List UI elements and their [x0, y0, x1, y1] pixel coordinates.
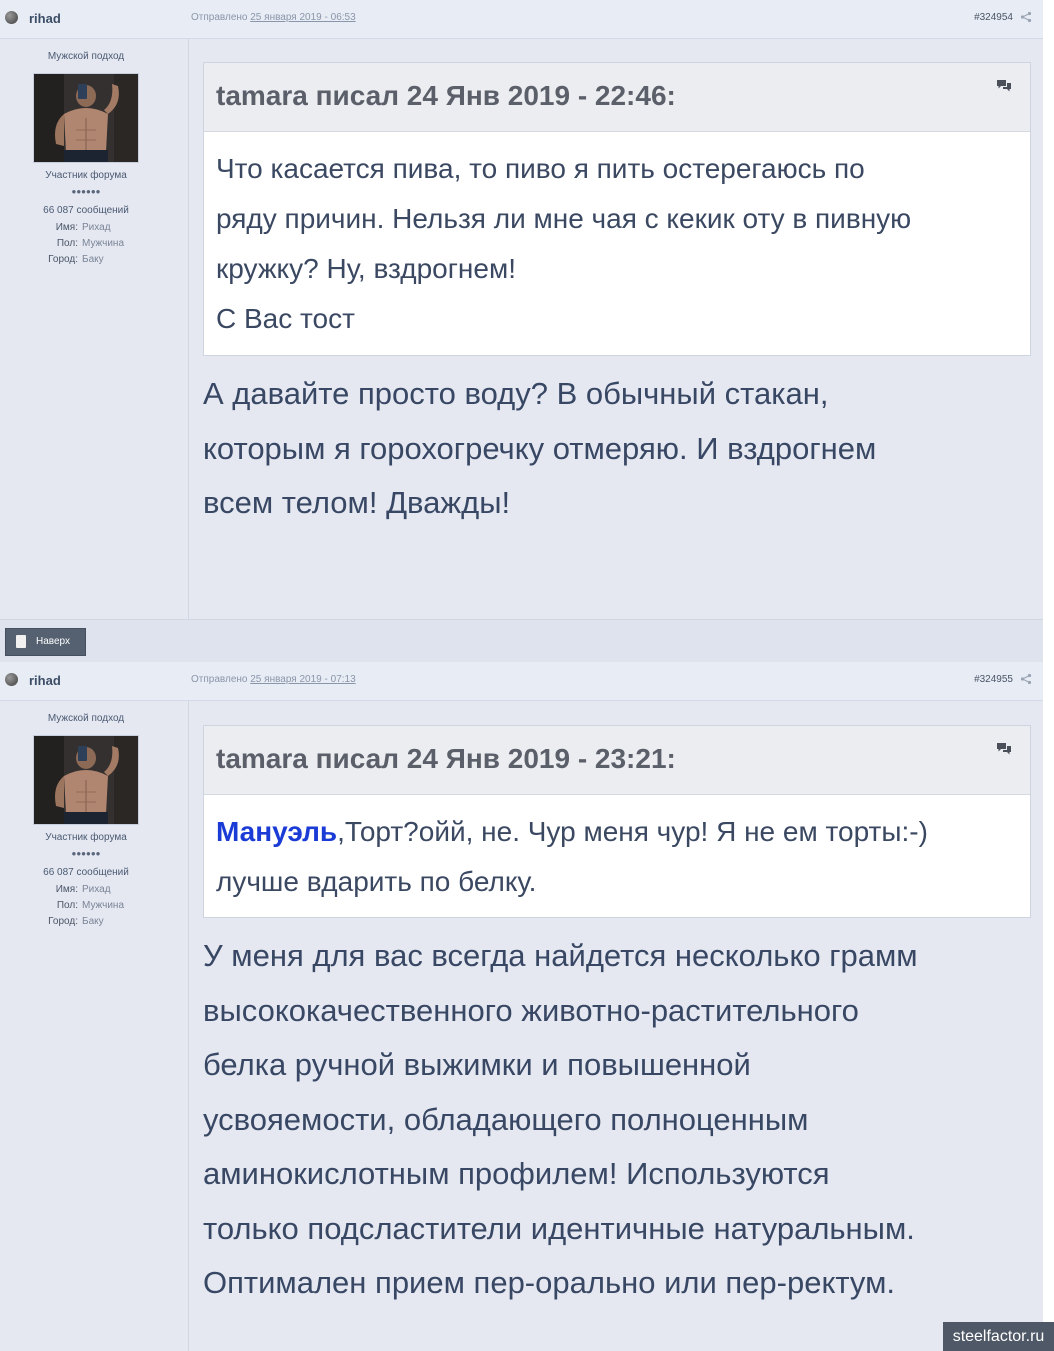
user-mention-link[interactable]: Мануэль [216, 816, 337, 847]
quote-line: Мануэль,Торт?ойй, не. Чур меня чур! Я не… [216, 807, 1018, 857]
field-key: Имя: [55, 222, 78, 233]
comments-icon[interactable] [996, 79, 1012, 93]
post-footer-bar: Наверх [0, 619, 1043, 663]
author-sidebar: Мужской подход Участник форума ●●●●●● 66… [0, 39, 189, 619]
post-body: А давайте просто воду? В обычный стакан,… [203, 367, 1023, 531]
posts-count: 66 087 сообщений [43, 867, 129, 878]
post-line: усвояемости, обладающего полноценным [203, 1101, 809, 1137]
post-header: rihad Отправлено 25 января 2019 - 06:53 … [0, 0, 1043, 39]
post-line: А давайте просто воду? В обычный стакан, [203, 376, 829, 411]
quote-line: кружку? Ну, вздрогнем! [216, 253, 516, 284]
rank-pips-icon: ●●●●●● [71, 187, 101, 196]
posts-count: 66 087 сообщений [43, 205, 129, 216]
quote-citation: tamara писал 24 Янв 2019 - 23:21: [216, 743, 676, 774]
quote-line-rest: ,Торт?ойй, не. Чур меня чур! Я не ем тор… [337, 816, 928, 847]
member-title: Мужской подход [47, 713, 125, 724]
watermark: steelfactor.ru [943, 1322, 1054, 1351]
page-edge [1043, 0, 1054, 1351]
forum-post: rihad Отправлено 25 января 2019 - 06:53 … [0, 0, 1043, 619]
posted-prefix: Отправлено [191, 674, 248, 685]
post-header: rihad Отправлено 25 января 2019 - 07:13 … [0, 662, 1043, 701]
post-line: которым я горохогречку отмеряю. И вздрог… [203, 430, 877, 466]
field-value: Мужчина [82, 238, 125, 249]
back-to-top-button[interactable]: Наверх [5, 628, 86, 656]
quote-line: С Вас тост [216, 303, 355, 334]
field-value: Баку [82, 254, 104, 265]
post-line: аминокислотным профилем! Используются [203, 1156, 830, 1191]
post-number-link[interactable]: #324954 [974, 12, 1013, 23]
post-line: белка ручной выжимки и повышенной [203, 1047, 751, 1082]
field-key: Пол: [56, 238, 78, 249]
post-author-link[interactable]: rihad [29, 11, 61, 26]
quote-block: tamara писал 24 Янв 2019 - 23:21: Мануэл… [203, 725, 1031, 918]
online-status-icon [5, 673, 18, 686]
post-line: Оптимален прием пер-орально или пер-рект… [203, 1265, 896, 1300]
field-key: Имя: [55, 884, 78, 895]
member-rank: Участник форума [45, 170, 127, 181]
quote-text: Что касается пива, то пиво я пить остере… [204, 132, 1030, 344]
back-to-top-label: Наверх [36, 636, 70, 647]
post-author-link[interactable]: rihad [29, 673, 61, 688]
post-line: всем телом! Дважды! [203, 485, 511, 520]
post-body: У меня для вас всегда найдется несколько… [203, 929, 1023, 1311]
avatar[interactable] [33, 735, 139, 825]
comments-icon[interactable] [996, 742, 1012, 756]
field-value: Рихад [82, 884, 111, 895]
quote-header: tamara писал 24 Янв 2019 - 22:46: [204, 63, 1030, 132]
author-sidebar: Мужской подход Участник форума ●●●●●● 66… [0, 701, 189, 1351]
field-value: Мужчина [82, 900, 125, 911]
quote-citation: tamara писал 24 Янв 2019 - 22:46: [216, 80, 676, 111]
posted-prefix: Отправлено [191, 12, 248, 23]
quote-line: ряду причин. Нельзя ли мне чая с кекик о… [216, 203, 912, 234]
post-line: только подсластители идентичные натураль… [203, 1210, 915, 1246]
post-date: Отправлено 25 января 2019 - 07:13 [191, 674, 356, 685]
quote-line: Что касается пива, то пиво я пить остере… [216, 153, 865, 184]
share-icon[interactable] [1020, 673, 1032, 685]
post-number-link[interactable]: #324955 [974, 674, 1013, 685]
field-key: Город: [48, 916, 78, 927]
rank-pips-icon: ●●●●●● [71, 849, 101, 858]
online-status-icon [5, 11, 18, 24]
field-key: Город: [48, 254, 78, 265]
post-line: высококачественного животно-растительног… [203, 992, 859, 1028]
page-icon [16, 635, 26, 648]
field-value: Рихад [82, 222, 111, 233]
post-date: Отправлено 25 января 2019 - 06:53 [191, 12, 356, 23]
member-title: Мужской подход [47, 51, 125, 62]
post-date-link[interactable]: 25 января 2019 - 07:13 [250, 674, 355, 685]
quote-line: лучше вдарить по белку. [216, 866, 537, 897]
field-value: Баку [82, 916, 104, 927]
post-line: У меня для вас всегда найдется несколько… [203, 938, 918, 973]
quote-text: Мануэль,Торт?ойй, не. Чур меня чур! Я не… [204, 795, 1030, 907]
share-icon[interactable] [1020, 11, 1032, 23]
forum-post: rihad Отправлено 25 января 2019 - 07:13 … [0, 662, 1043, 1351]
quote-header: tamara писал 24 Янв 2019 - 23:21: [204, 726, 1030, 795]
post-date-link[interactable]: 25 января 2019 - 06:53 [250, 12, 355, 23]
quote-block: tamara писал 24 Янв 2019 - 22:46: Что ка… [203, 62, 1031, 356]
member-rank: Участник форума [45, 832, 127, 843]
field-key: Пол: [56, 900, 78, 911]
avatar[interactable] [33, 73, 139, 163]
